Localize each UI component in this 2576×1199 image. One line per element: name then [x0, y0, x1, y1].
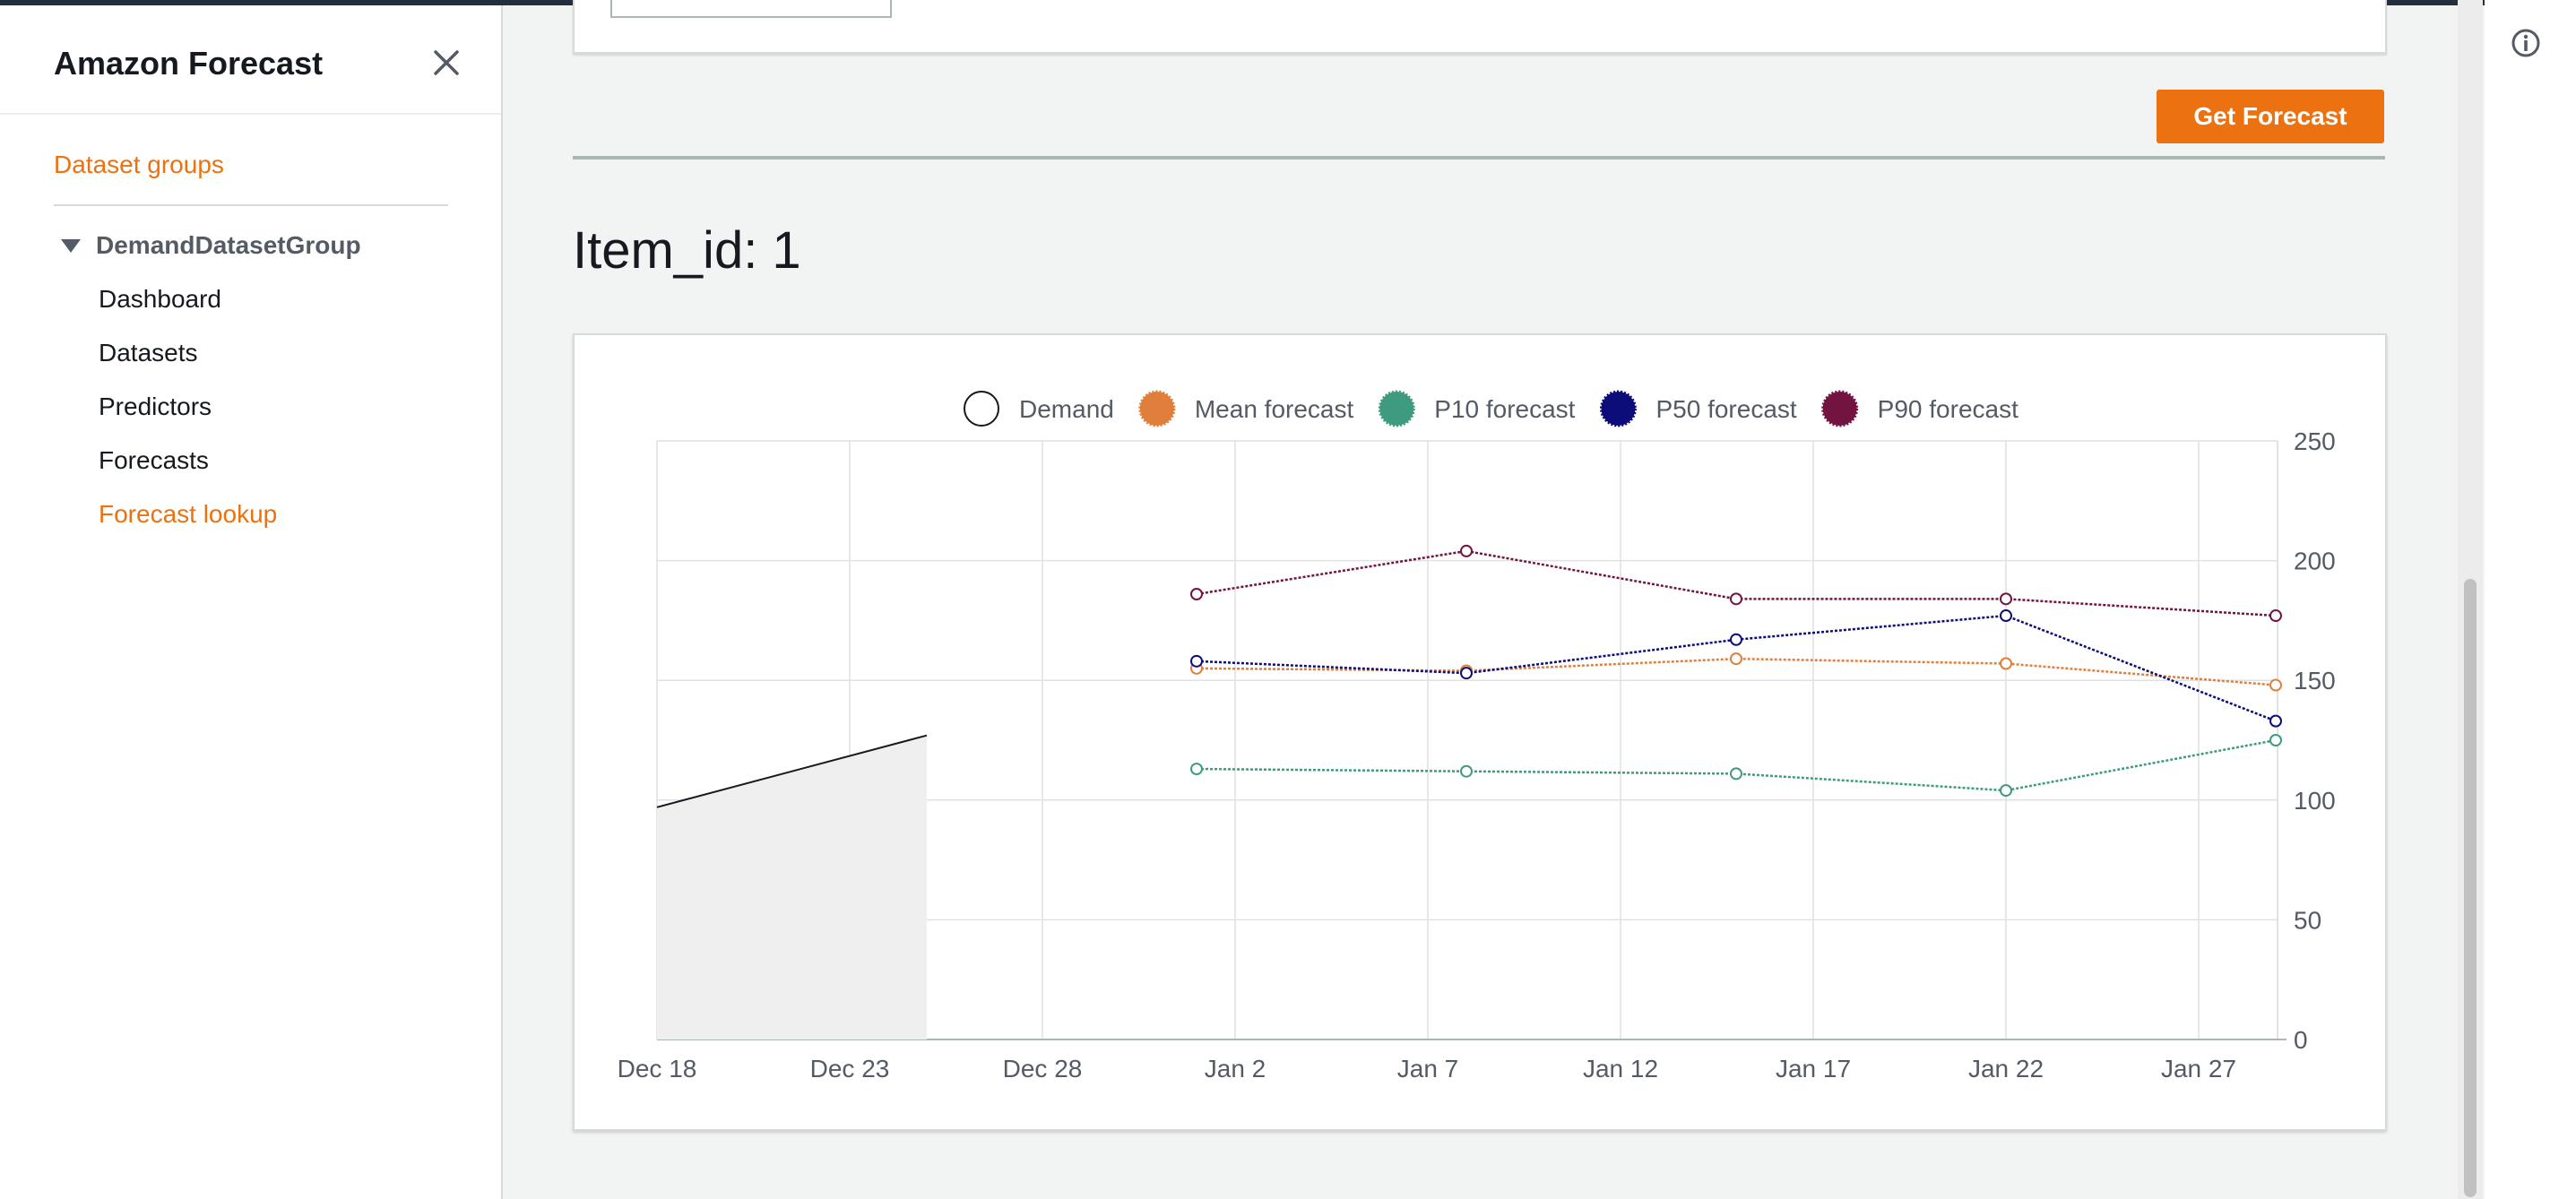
y-tick-label: 150 — [2294, 667, 2336, 694]
legend-label: Demand — [1019, 395, 1114, 423]
data-point — [1190, 588, 1203, 601]
get-forecast-button[interactable]: Get Forecast — [2157, 90, 2384, 143]
close-icon[interactable] — [428, 45, 464, 81]
side-navigation: Amazon Forecast Dataset groups DemandDat… — [0, 5, 503, 1199]
legend-marker — [1378, 390, 1415, 427]
data-point — [1190, 763, 1203, 776]
data-point — [2000, 609, 2012, 623]
x-tick-label: Dec 18 — [618, 1055, 697, 1083]
data-point — [2269, 678, 2282, 692]
caret-down-icon — [61, 238, 81, 253]
data-point — [1730, 767, 1742, 781]
data-point — [1460, 764, 1473, 778]
legend-label: P90 forecast — [1878, 395, 2018, 423]
data-point — [1730, 633, 1742, 646]
data-point — [2269, 734, 2282, 746]
sidebar-header-divider — [0, 113, 501, 115]
data-point — [1730, 592, 1742, 606]
item-id-heading: Item_id: 1 — [573, 221, 801, 280]
sidebar-link-dataset-groups[interactable]: Dataset groups — [54, 151, 224, 179]
legend-marker — [1138, 390, 1176, 427]
legend-marker — [964, 391, 999, 427]
data-point — [2269, 609, 2282, 623]
x-tick-label: Dec 23 — [810, 1055, 890, 1083]
sidebar-group-toggle[interactable]: DemandDatasetGroup — [61, 231, 361, 260]
y-tick-label: 100 — [2294, 787, 2336, 815]
sidebar-item-predictors[interactable]: Predictors — [99, 392, 212, 421]
y-tick-label: 50 — [2294, 906, 2321, 934]
series-line-p50-forecast — [1196, 614, 2277, 722]
legend-label: P10 forecast — [1434, 395, 1575, 423]
section-divider — [573, 156, 2385, 160]
legend-label: P50 forecast — [1655, 395, 1796, 423]
y-tick-label: 0 — [2294, 1026, 2308, 1054]
x-tick-label: Jan 22 — [1968, 1055, 2044, 1083]
legend-label: Mean forecast — [1195, 395, 1354, 423]
legend-marker — [1821, 390, 1859, 427]
x-tick-label: Jan 17 — [1776, 1055, 1851, 1083]
data-point — [1460, 544, 1473, 557]
x-tick-label: Jan 27 — [2161, 1055, 2236, 1083]
sidebar-item-forecasts[interactable]: Forecasts — [99, 446, 209, 475]
data-point — [2000, 784, 2012, 798]
data-point — [1460, 667, 1473, 680]
data-point — [1190, 654, 1203, 668]
data-point — [2000, 592, 2012, 606]
lookup-form-panel — [573, 0, 2387, 54]
demand-area — [657, 735, 927, 1039]
sidebar-item-forecast-lookup[interactable]: Forecast lookup — [99, 500, 277, 529]
form-input-bottom-edge[interactable] — [610, 0, 892, 18]
forecast-chart: 0 50 100 150 200 250 Dec 18 Dec 23 Dec 28 Jan 2 Ja… — [618, 390, 2336, 1083]
sidebar-item-dashboard[interactable]: Dashboard — [99, 285, 221, 314]
x-tick-label: Jan 12 — [1583, 1055, 1658, 1083]
sidebar-item-datasets[interactable]: Datasets — [99, 339, 198, 367]
forecast-chart-card: 0 50 100 150 200 250 Dec 18 Dec 23 Dec 28 Jan 2 Ja… — [573, 333, 2387, 1131]
sidebar-title: Amazon Forecast — [54, 45, 324, 82]
y-tick-label: 200 — [2294, 548, 2336, 575]
series-line-p10-forecast — [1196, 738, 2277, 792]
x-tick-label: Jan 2 — [1205, 1055, 1266, 1083]
data-point — [2269, 714, 2282, 728]
sidebar-divider — [54, 204, 448, 206]
y-tick-label: 250 — [2294, 427, 2336, 455]
tools-panel — [2485, 0, 2576, 1199]
sidebar-group-label: DemandDatasetGroup — [96, 231, 361, 259]
legend-marker — [1599, 390, 1637, 427]
x-tick-label: Jan 7 — [1397, 1055, 1459, 1083]
x-tick-label: Dec 28 — [1003, 1055, 1083, 1083]
scrollbar-thumb[interactable] — [2464, 579, 2477, 1197]
data-point — [2000, 657, 2012, 670]
data-point — [1730, 652, 1742, 666]
info-icon[interactable] — [2510, 27, 2542, 59]
